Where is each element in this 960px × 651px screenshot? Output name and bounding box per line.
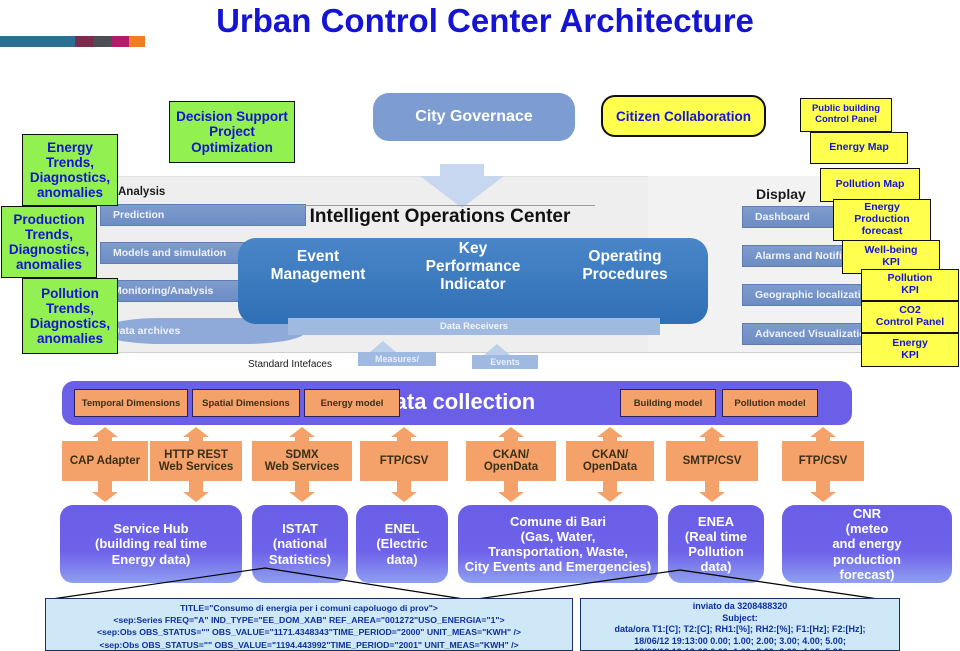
events-arrow-icon: [484, 344, 510, 355]
green-callout-energy[interactable]: Energy Trends, Diagnostics, anomalies: [22, 134, 118, 206]
city-governance-label: City Governace: [415, 108, 533, 125]
page-title: Urban Control Center Architecture: [216, 2, 754, 39]
analysis-heading: Analysis: [118, 186, 166, 198]
green-callout-production[interactable]: Production Trends, Diagnostics, anomalies: [1, 206, 97, 278]
dc-chip-pollution-model[interactable]: Pollution model: [722, 389, 818, 417]
yellow-callout-energy-production-forecast[interactable]: Energy Production forecast: [833, 199, 931, 241]
standard-interfaces-label: Standard Intefaces: [248, 359, 332, 370]
protocol-arrow-down-8: [810, 492, 836, 502]
protocol-arrow-down-7: [699, 492, 725, 502]
decor-segment-3: [93, 36, 111, 47]
code-callout-left: TITLE="Consumo di energia per i comuni c…: [45, 598, 573, 651]
protocol-box-ckan-opendata[interactable]: CKAN/OpenData: [466, 441, 556, 481]
yellow-callout-public-building-label: Public building Control Panel: [811, 103, 881, 125]
decision-support-label: Decision Support Project Optimization: [176, 109, 288, 155]
yellow-callout-co2-control-panel-label: CO2 Control Panel: [875, 304, 945, 328]
protocol-box-smtp-csv[interactable]: SMTP/CSV: [666, 441, 758, 481]
protocol-arrow-down-2: [183, 492, 209, 502]
yellow-callout-pollution-kpi[interactable]: Pollution KPI: [861, 269, 959, 301]
code-right-line-2: Subject:: [722, 612, 758, 623]
code-left-line-2: <sep:Series FREQ="A" IND_TYPE="EE_DOM_XA…: [113, 615, 505, 626]
code-right-line-3: data/ora T1:[C]; T2:[C]; RH1:[%]; RH2:[%…: [614, 624, 866, 635]
yellow-callout-energy-map[interactable]: Energy Map: [810, 132, 908, 164]
protocol-box-ckan-opendata[interactable]: CKAN/OpenData: [566, 441, 654, 481]
yellow-callout-wellbeing-kpi-label: Well-being KPI: [864, 244, 918, 268]
protocol-arrow-down-1: [92, 492, 118, 502]
green-callout-pollution[interactable]: Pollution Trends, Diagnostics, anomalies: [22, 278, 118, 354]
decor-segment-5: [129, 36, 145, 47]
decor-segment-1: [0, 36, 75, 47]
dc-chip-building-model[interactable]: Building model: [620, 389, 716, 417]
protocol-arrow-down-5: [498, 492, 524, 502]
connector-line-left: [118, 205, 173, 206]
code-right-line-4: 18/06/12 19:13:00 0.00; 1.00; 2.00; 3.00…: [634, 635, 846, 646]
city-governance-box[interactable]: City Governace: [373, 93, 575, 141]
yellow-callout-public-building[interactable]: Public building Control Panel: [800, 98, 892, 132]
code-left-line-4: <sep:Obs OBS_STATUS="" OBS_VALUE="1194.4…: [99, 639, 519, 650]
yellow-callout-pollution-map[interactable]: Pollution Map: [820, 168, 920, 202]
title-decor-bar: [0, 36, 145, 47]
protocol-box-ftp-csv[interactable]: FTP/CSV: [782, 441, 864, 481]
yellow-callout-energy-kpi-label: Energy KPI: [892, 337, 928, 361]
measures-tab: Measures/: [358, 352, 436, 366]
yellow-callout-pollution-map-label: Pollution Map: [835, 178, 905, 191]
protocol-box-sdmx-web-services[interactable]: SDMX Web Services: [252, 441, 352, 481]
code-right-line-5: 18/06/12 19:13:03 0.00; 1.00; 2.00; 3.00…: [581, 647, 899, 650]
slide-canvas: Urban Control Center Architecture Analys…: [0, 0, 960, 651]
ioc-inflow-arrow: [420, 176, 504, 208]
dc-chip-spatial-dimensions[interactable]: Spatial Dimensions: [192, 389, 300, 417]
yellow-callout-energy-map-label: Energy Map: [829, 141, 889, 154]
protocol-box-http-rest-web-services[interactable]: HTTP REST Web Services: [150, 441, 242, 481]
decor-segment-4: [111, 36, 129, 47]
code-right-line-1: inviato da 3208488320: [692, 601, 788, 611]
dc-chip-temporal-dimensions[interactable]: Temporal Dimensions: [74, 389, 188, 417]
protocol-box-ftp-csv[interactable]: FTP/CSV: [360, 441, 448, 481]
decor-segment-2: [75, 36, 93, 47]
code-callout-right: inviato da 3208488320 Subject: data/ora …: [580, 598, 900, 651]
code-left-line-1: TITLE="Consumo di energia per i comuni c…: [180, 603, 438, 613]
dc-chip-energy-model[interactable]: Energy model: [304, 389, 400, 417]
green-callout-pollution-label: Pollution Trends, Diagnostics, anomalies: [29, 285, 111, 347]
protocol-box-cap-adapter[interactable]: CAP Adapter: [62, 441, 148, 481]
events-tab: Events: [472, 355, 538, 369]
ioc-column-operating-procedures: Operating Procedures: [582, 248, 668, 283]
measures-arrow-icon: [370, 341, 396, 352]
ioc-column-kpi: Key Performance Indicator: [425, 240, 521, 293]
data-receivers-bar: Data Receivers: [288, 318, 660, 335]
yellow-callout-pollution-kpi-label: Pollution KPI: [887, 272, 933, 296]
protocol-arrow-down-3: [289, 492, 315, 502]
ioc-column-event-management: Event Management: [270, 248, 366, 283]
green-callout-energy-label: Energy Trends, Diagnostics, anomalies: [29, 139, 111, 201]
protocol-arrow-down-4: [391, 492, 417, 502]
yellow-callout-energy-production-forecast-label: Energy Production forecast: [854, 201, 910, 237]
connector-line-right: [295, 205, 595, 206]
code-left-line-3: <sep:Obs OBS_STATUS="" OBS_VALUE="1171.4…: [96, 627, 522, 638]
yellow-callout-co2-control-panel[interactable]: CO2 Control Panel: [861, 301, 959, 333]
yellow-callout-energy-kpi[interactable]: Energy KPI: [861, 333, 959, 367]
decision-support-box[interactable]: Decision Support Project Optimization: [169, 101, 295, 163]
ioc-title: Intelligent Operations Center: [309, 206, 571, 227]
green-callout-production-label: Production Trends, Diagnostics, anomalies: [8, 211, 90, 273]
display-heading: Display: [756, 186, 806, 202]
citizen-collaboration-box[interactable]: Citizen Collaboration: [601, 95, 766, 137]
protocol-arrow-down-6: [597, 492, 623, 502]
